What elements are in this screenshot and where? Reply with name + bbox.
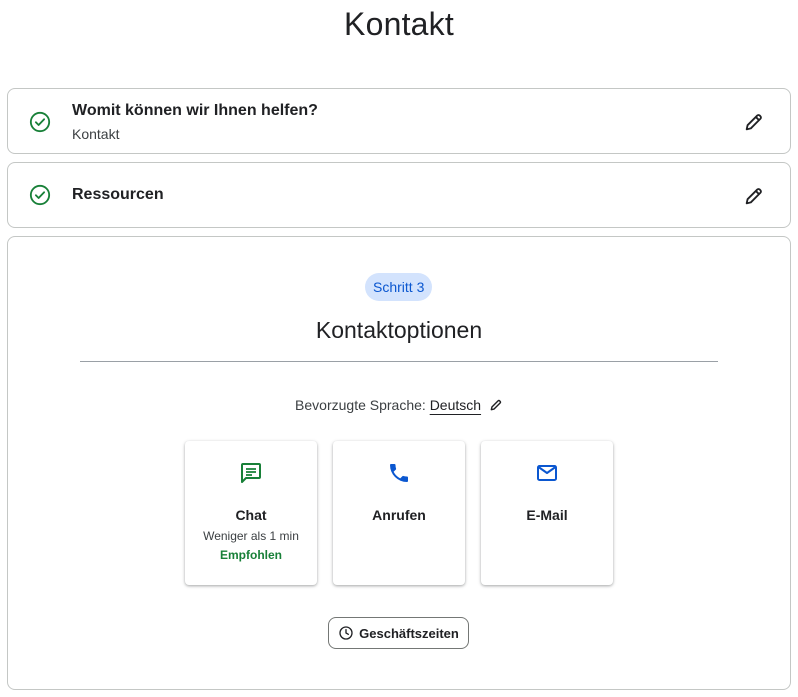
step-title: Womit können wir Ihnen helfen? bbox=[72, 102, 318, 119]
pencil-icon bbox=[745, 188, 762, 205]
language-select-link[interactable]: Deutsch bbox=[430, 397, 481, 413]
divider bbox=[80, 361, 718, 362]
business-hours-label: Geschäftszeiten bbox=[359, 625, 459, 641]
preferred-language-row: Bevorzugte Sprache: Deutsch bbox=[8, 397, 790, 413]
call-option-card[interactable]: Anrufen bbox=[333, 441, 465, 585]
recommended-label: Empfohlen bbox=[220, 548, 282, 562]
email-option-card[interactable]: E-Mail bbox=[481, 441, 613, 585]
step-badge: Schritt 3 bbox=[365, 273, 433, 301]
step-card-resources[interactable]: Ressourcen bbox=[7, 162, 791, 228]
section-title: Kontaktoptionen bbox=[315, 317, 483, 343]
option-label: Anrufen bbox=[372, 507, 426, 523]
option-wait-time: Weniger als 1 min bbox=[203, 529, 299, 543]
check-circle-icon bbox=[29, 111, 51, 133]
step-title: Ressourcen bbox=[72, 186, 164, 203]
phone-icon bbox=[390, 464, 408, 482]
chat-icon bbox=[241, 463, 261, 483]
page-title: Kontakt bbox=[344, 6, 454, 42]
language-label: Bevorzugte Sprache: bbox=[295, 397, 426, 413]
clock-icon bbox=[339, 626, 353, 640]
mail-icon bbox=[537, 465, 557, 481]
check-circle-icon bbox=[29, 184, 51, 206]
business-hours-button[interactable]: Geschäftszeiten bbox=[328, 617, 469, 649]
option-label: Chat bbox=[235, 507, 267, 523]
step-card-help-topic[interactable]: Womit können wir Ihnen helfen? Kontakt bbox=[7, 88, 791, 154]
option-label: E-Mail bbox=[526, 507, 568, 523]
step-card-contact-options: Schritt 3 Kontaktoptionen Bevorzugte Spr… bbox=[7, 236, 791, 690]
chat-option-card[interactable]: Chat Weniger als 1 min Empfohlen bbox=[185, 441, 317, 585]
step-subtitle: Kontakt bbox=[72, 126, 120, 142]
edit-step-button[interactable] bbox=[740, 108, 768, 136]
pencil-icon[interactable] bbox=[489, 398, 503, 412]
pencil-icon bbox=[745, 114, 762, 131]
edit-step-button[interactable] bbox=[740, 182, 768, 210]
